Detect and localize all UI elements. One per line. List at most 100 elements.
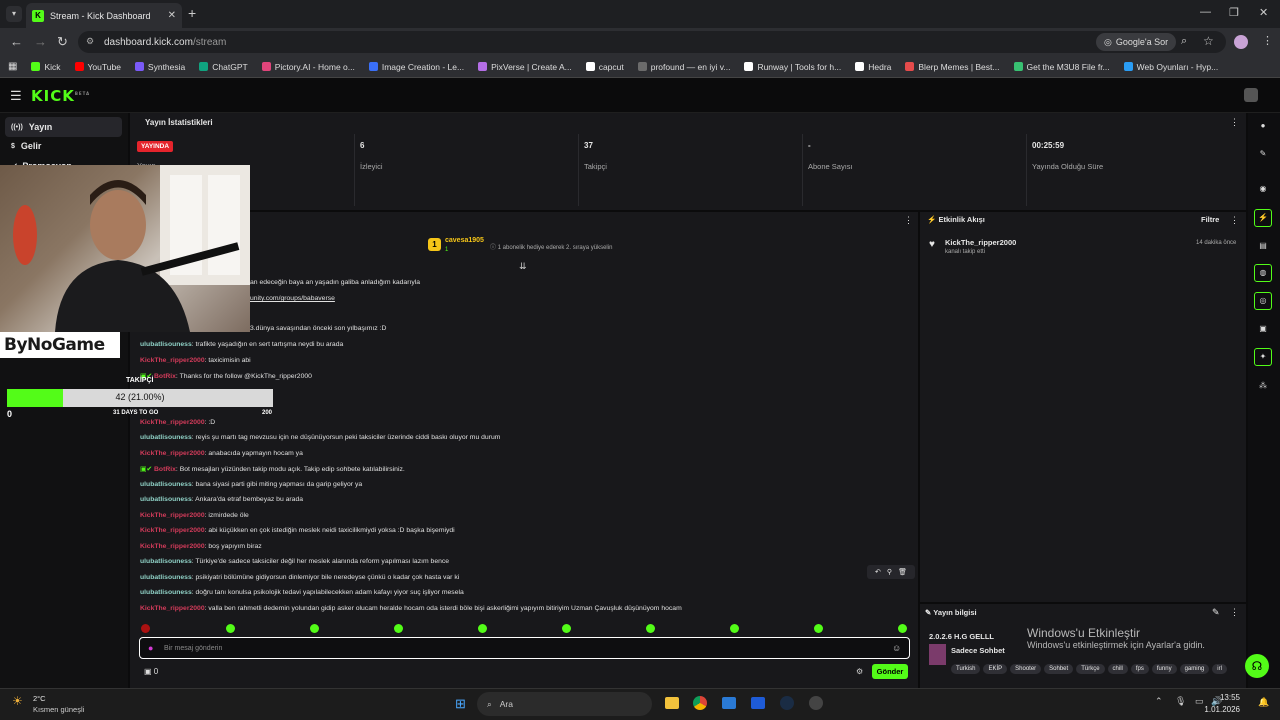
start-icon[interactable]: ⊞ xyxy=(455,696,466,712)
apps-grid-icon[interactable]: ▦ xyxy=(8,61,17,72)
tool-icon[interactable]: ✦ xyxy=(1254,348,1272,366)
chat-icon[interactable]: ◍ xyxy=(1254,264,1272,282)
delete-icon[interactable]: 🗑 xyxy=(898,568,907,576)
bookmark-7[interactable]: capcut xyxy=(585,62,624,72)
browser-menu-icon[interactable]: ⋮ xyxy=(1262,34,1273,47)
reply-icon[interactable]: ↶ xyxy=(875,568,881,576)
chat-message[interactable]: KickThe_ripper2000: anabacıda yapmayın h… xyxy=(140,450,303,457)
chat-username[interactable]: ulubatlisouness xyxy=(140,434,192,441)
chat-username[interactable]: ulubatlisouness xyxy=(140,589,192,596)
bookmark-star-icon[interactable]: ☆ xyxy=(1203,34,1214,48)
chat-username[interactable]: KickThe_ripper2000 xyxy=(140,357,205,364)
help-chat-icon[interactable]: ☊ xyxy=(1245,654,1269,678)
emote-icon[interactable] xyxy=(478,624,487,633)
chat-message[interactable]: ulubatlisouness: trafikte yaşadığın en s… xyxy=(140,341,343,348)
emote-icon[interactable] xyxy=(310,624,319,633)
emote-icon[interactable] xyxy=(814,624,823,633)
event-user[interactable]: KickThe_ripper2000 xyxy=(945,238,1016,247)
chat-menu-icon[interactable]: ⋮ xyxy=(904,215,913,226)
emote-icon[interactable] xyxy=(226,624,235,633)
tray-chevron-icon[interactable]: ⌃ xyxy=(1155,696,1163,707)
chat-message[interactable]: ulubatlisouness: reyis şu martı tag mevz… xyxy=(140,434,500,441)
chat-username[interactable]: KickThe_ripper2000 xyxy=(140,543,205,550)
sidebar-item-gelir[interactable]: $ Gelir xyxy=(5,136,122,156)
close-tab-icon[interactable]: ✕ xyxy=(168,10,176,21)
stream-tag[interactable]: chill xyxy=(1107,664,1128,674)
stream-tag[interactable]: irl xyxy=(1212,664,1227,674)
chat-username[interactable]: ulubatlisouness xyxy=(140,574,192,581)
filter-button[interactable]: Filtre xyxy=(1201,215,1219,224)
new-tab-icon[interactable]: + xyxy=(188,5,196,21)
stream-category[interactable]: Sadece Sohbet xyxy=(951,646,1005,655)
obs-icon[interactable] xyxy=(809,696,823,710)
send-button[interactable]: Gönder xyxy=(872,664,908,679)
chat-username[interactable]: KickThe_ripper2000 xyxy=(140,527,205,534)
sidebar-item-yayin[interactable]: ((•)) Yayın xyxy=(5,117,122,137)
emote-icon[interactable] xyxy=(562,624,571,633)
emote-icon[interactable] xyxy=(141,624,150,633)
stream-tag[interactable]: Sohbet xyxy=(1044,664,1074,674)
chat-message[interactable]: 3.dünya savaşından önceki son yılbaşımız… xyxy=(250,325,386,332)
bookmark-11[interactable]: Blerp Memes | Best... xyxy=(905,62,1000,72)
chat-message-input[interactable]: Bir mesaj gönderin xyxy=(139,637,910,659)
emote-icon[interactable] xyxy=(646,624,655,633)
emote-icon[interactable] xyxy=(898,624,907,633)
chat-username[interactable]: BotRix xyxy=(154,373,176,380)
emoji-icon[interactable]: ☺ xyxy=(892,643,901,653)
kick-logo[interactable]: KICKBETA xyxy=(31,87,90,105)
chat-message[interactable]: KickThe_ripper2000: :D xyxy=(140,419,215,426)
google-sor-button[interactable]: ◎ Google'a Sor xyxy=(1096,33,1177,51)
weather-temp[interactable]: 2°C xyxy=(33,694,46,703)
bookmark-1[interactable]: YouTube xyxy=(74,62,121,72)
chat-message[interactable]: ulubatlisouness: psikiyatri bölümüne gid… xyxy=(140,574,459,581)
chat-message[interactable]: ulubatlisouness: Türkiye'de sadece taksi… xyxy=(140,558,449,565)
pin-icon[interactable]: ⚲ xyxy=(887,568,892,576)
pen-icon[interactable]: ✎ xyxy=(1257,148,1269,160)
bookmark-3[interactable]: ChatGPT xyxy=(199,62,248,72)
clock-time[interactable]: 13:55 xyxy=(1218,693,1240,702)
bookmark-8[interactable]: profound — en iyi v... xyxy=(637,62,730,72)
site-info-icon[interactable]: ⚙ xyxy=(86,36,94,47)
bookmark-13[interactable]: Web Oyunları - Hyp... xyxy=(1123,62,1218,72)
file-explorer-icon[interactable] xyxy=(665,697,679,709)
chat-message[interactable]: ulubatlisouness: doğru tanı konulsa psik… xyxy=(140,589,464,596)
bookmark-5[interactable]: Image Creation - Le... xyxy=(368,62,464,72)
browser-tab[interactable]: K Stream - Kick Dashboard ✕ xyxy=(26,3,182,28)
bookmark-2[interactable]: Synthesia xyxy=(134,62,185,72)
edit-icon[interactable]: ✎ xyxy=(1212,607,1220,618)
mic-icon[interactable]: ● xyxy=(148,643,153,653)
back-icon[interactable]: ← xyxy=(10,34,23,49)
chat-username[interactable]: ulubatlisouness xyxy=(140,341,192,348)
outlook-icon[interactable] xyxy=(722,697,736,709)
chat-username[interactable]: KickThe_ripper2000 xyxy=(140,512,205,519)
mic-tray-icon[interactable]: 🎙 xyxy=(1175,696,1186,707)
bookmark-12[interactable]: Get the M3U8 File fr... xyxy=(1013,62,1110,72)
chat-message[interactable]: ▣✔ BotRix: Thanks for the follow @KickTh… xyxy=(140,372,312,380)
minimize-icon[interactable]: — xyxy=(1200,6,1211,18)
reload-icon[interactable]: ↻ xyxy=(57,34,68,50)
notification-icon[interactable]: 🔔 xyxy=(1258,697,1269,708)
activity-menu-icon[interactable]: ⋮ xyxy=(1230,215,1239,226)
tab-search-icon[interactable]: ▾ xyxy=(6,6,22,22)
maximize-icon[interactable]: ❐ xyxy=(1229,6,1239,19)
cards-icon[interactable]: ▣ xyxy=(1257,323,1269,335)
chat-username[interactable]: KickThe_ripper2000 xyxy=(140,605,205,612)
chat-message[interactable]: ▣✔ BotRix: Bot mesajları yüzünden takip … xyxy=(140,465,405,473)
chat-username[interactable]: KickThe_ripper2000 xyxy=(140,419,205,426)
weather-icon[interactable]: ☀ xyxy=(12,694,23,708)
close-window-icon[interactable]: ✕ xyxy=(1259,6,1268,19)
chat-username[interactable]: ulubatlisouness xyxy=(140,558,192,565)
chat-username[interactable]: BotRix xyxy=(154,466,176,473)
emote-icon[interactable] xyxy=(730,624,739,633)
chat-message[interactable]: KickThe_ripper2000: valla ben rahmetli d… xyxy=(140,605,682,612)
chat-message[interactable]: an edeceğin baya an yaşadın galiba anlad… xyxy=(250,279,420,286)
chat-settings-icon[interactable]: ⚙ xyxy=(856,667,863,676)
stream-info-menu-icon[interactable]: ⋮ xyxy=(1230,607,1239,618)
stream-tag[interactable]: gaming xyxy=(1179,664,1210,674)
camera-icon[interactable]: ◉ xyxy=(1257,183,1269,195)
chat-username[interactable]: ulubatlisouness xyxy=(140,496,192,503)
stream-tag[interactable]: EKİP xyxy=(983,664,1008,674)
top-gifter-name[interactable]: cavesa1905 xyxy=(445,237,484,244)
weather-text[interactable]: Kısmen güneşli xyxy=(33,705,84,714)
chat-message[interactable]: ulubatlisouness: Ankara'da etraf bembeya… xyxy=(140,496,303,503)
